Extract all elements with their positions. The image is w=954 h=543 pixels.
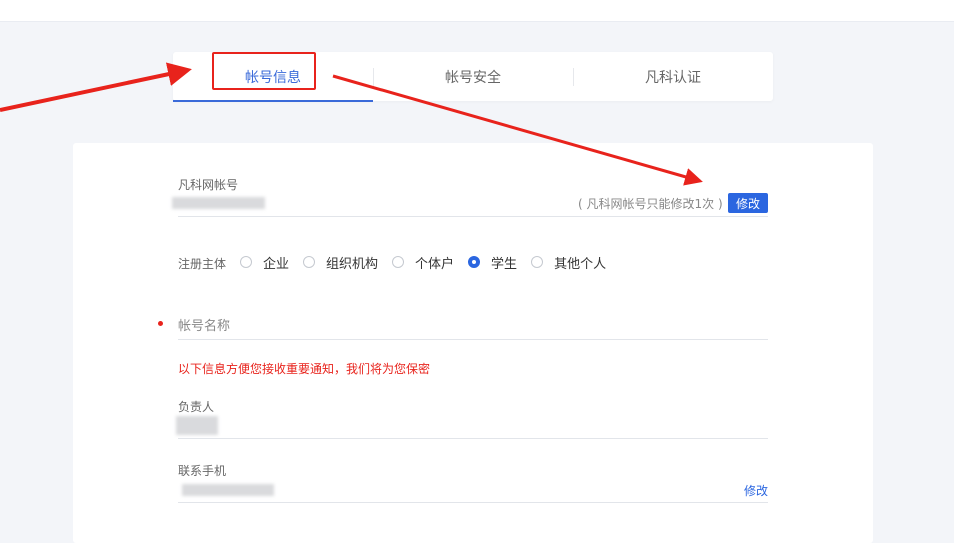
annotation-highlight-box: [212, 52, 316, 90]
top-bar: [0, 0, 954, 22]
radio-organization[interactable]: 组织机构: [303, 253, 378, 272]
radio-label: 组织机构: [326, 256, 379, 272]
phone-label: 联系手机: [178, 464, 227, 478]
active-tab-indicator: [173, 100, 373, 102]
account-label: 凡科网帐号: [178, 178, 239, 192]
phone-value-redacted: [182, 484, 274, 496]
radio-circle-selected: [468, 256, 481, 268]
phone-edit-link[interactable]: 修改: [744, 482, 768, 499]
account-name-underline: [178, 339, 768, 340]
radio-circle: [240, 256, 252, 268]
radio-label: 学生: [491, 256, 518, 272]
person-in-charge-value-redacted: [176, 416, 218, 435]
radio-circle: [531, 256, 544, 268]
required-indicator: [158, 321, 163, 326]
radio-circle: [392, 256, 405, 268]
registration-label: 注册主体: [178, 257, 227, 271]
radio-label: 其他个人: [554, 256, 607, 272]
radio-other-individual[interactable]: 其他个人: [531, 253, 606, 272]
phone-underline: [178, 502, 768, 503]
radio-individual-business[interactable]: 个体户: [392, 253, 454, 272]
radio-enterprise[interactable]: 企业: [240, 253, 289, 272]
tab-verification[interactable]: 凡科认证: [573, 52, 773, 101]
account-value-redacted: [172, 197, 265, 209]
privacy-notice: 以下信息方便您接收重要通知，我们将为您保密: [178, 362, 431, 376]
radio-circle: [303, 256, 316, 268]
registration-radio-group: 企业 组织机构 个体户 学生 其他个人: [240, 253, 620, 272]
account-edit-button[interactable]: 修改: [728, 193, 768, 213]
account-edit-hint: ( 凡科网帐号只能修改1次 ): [578, 197, 723, 211]
person-in-charge-label: 负责人: [178, 400, 215, 414]
radio-label: 企业: [263, 256, 290, 272]
radio-student[interactable]: 学生: [468, 253, 517, 272]
tab-account-security[interactable]: 帐号安全: [373, 52, 573, 101]
account-name-input[interactable]: 帐号名称: [178, 315, 230, 334]
account-underline: [178, 216, 768, 217]
radio-label: 个体户: [415, 256, 455, 272]
annotation-arrow-left: [0, 62, 192, 112]
person-in-charge-underline: [178, 438, 768, 439]
